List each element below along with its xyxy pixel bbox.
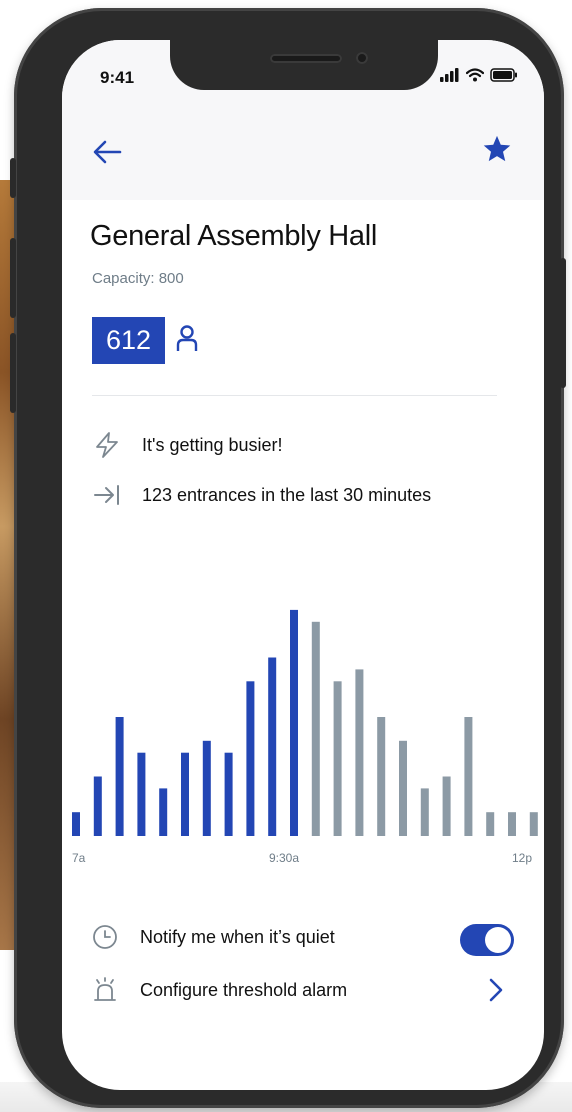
- insight-text: 123 entrances in the last 30 minutes: [142, 484, 432, 505]
- front-camera: [356, 52, 368, 64]
- arrow-left-icon[interactable]: [92, 138, 124, 166]
- wifi-icon: [466, 68, 484, 82]
- notify-quiet-toggle[interactable]: [460, 924, 514, 956]
- chart-bar: [377, 717, 386, 836]
- notify-quiet-label: Notify me when it’s quiet: [140, 926, 335, 947]
- x-tick-label: 12p: [512, 851, 532, 865]
- chart-bar: [399, 740, 407, 836]
- speaker-grille: [270, 54, 342, 63]
- chart-bar: [72, 812, 80, 836]
- signal-icon: [440, 68, 459, 82]
- occupancy-bar-chart: 7a 9:30a 12p: [72, 609, 538, 865]
- chart-bar: [224, 752, 233, 836]
- phone-frame: 9:41 General Assembly Hall Capacity: 800…: [10, 8, 566, 1108]
- chart-bar: [268, 657, 277, 836]
- entrances-insight-row: 123 entrances in the last 30 minutes: [92, 480, 431, 510]
- device-mockup: 9:41 General Assembly Hall Capacity: 800…: [0, 0, 572, 1112]
- notify-quiet-row[interactable]: Notify me when it’s quiet: [92, 924, 517, 950]
- power-button: [560, 258, 566, 388]
- threshold-alarm-label: Configure threshold alarm: [140, 979, 348, 1000]
- chevron-right-icon[interactable]: [486, 976, 506, 1004]
- chart-bar: [420, 788, 429, 836]
- chart-bar: [93, 776, 102, 836]
- insight-text: It's getting busier!: [142, 434, 283, 455]
- venue-title: General Assembly Hall: [90, 220, 378, 252]
- status-icons: [440, 68, 518, 82]
- chart-bar: [486, 812, 495, 836]
- occupancy-count-badge: 612: [92, 317, 165, 364]
- chart-bar: [529, 812, 538, 836]
- chart-bar: [311, 621, 320, 836]
- chart-bar: [442, 776, 451, 836]
- star-icon[interactable]: [482, 134, 512, 164]
- lightning-icon: [96, 432, 118, 458]
- chart-bar: [202, 740, 211, 836]
- chart-bar: [159, 788, 168, 836]
- chart-bar: [181, 752, 189, 836]
- occupancy-count: 612: [105, 325, 152, 355]
- chart-bar: [508, 812, 516, 836]
- chart-bar: [290, 609, 298, 836]
- venue-capacity: Capacity: 800: [92, 270, 184, 287]
- person-icon: [176, 325, 198, 351]
- volume-down-button: [10, 333, 16, 413]
- mute-switch: [10, 158, 16, 198]
- volume-up-button: [10, 238, 16, 318]
- chart-bar: [333, 681, 342, 836]
- toggle-knob: [485, 927, 511, 953]
- chart-bar: [464, 717, 473, 836]
- arrow-right-to-bar-icon: [94, 485, 119, 505]
- section-divider: [92, 395, 497, 396]
- clock-icon: [93, 925, 117, 949]
- phone-screen: 9:41 General Assembly Hall Capacity: 800…: [62, 40, 544, 1090]
- battery-icon: [490, 68, 517, 82]
- x-tick-label: 7a: [72, 851, 86, 865]
- chart-bar: [355, 669, 364, 836]
- chart-bar: [115, 717, 124, 836]
- alarm-bell-icon: [94, 977, 116, 1001]
- chart-bar: [246, 681, 255, 836]
- x-tick-label: 9:30a: [269, 851, 299, 865]
- threshold-alarm-row[interactable]: Configure threshold alarm: [92, 976, 517, 1004]
- busy-insight-row: It's getting busier!: [92, 430, 283, 460]
- notch: [170, 40, 438, 90]
- chart-bar: [137, 752, 146, 836]
- status-time: 9:41: [100, 68, 135, 87]
